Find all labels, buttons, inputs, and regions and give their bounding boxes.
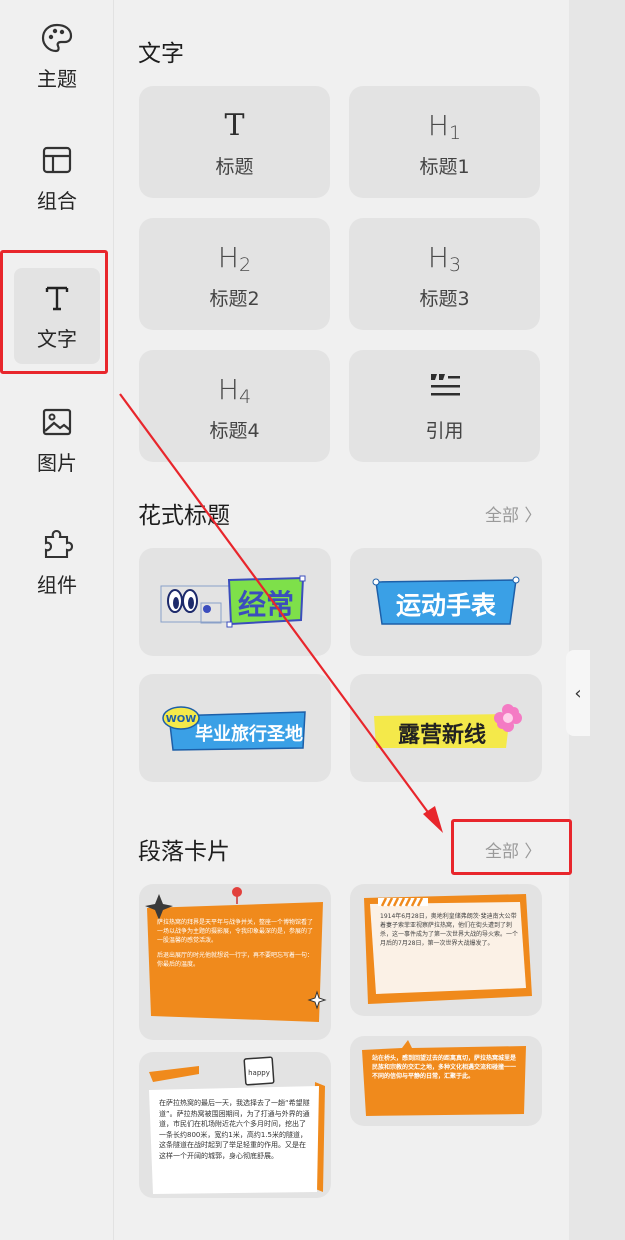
- paragraph-card-3[interactable]: happy 在萨拉热窝的最后一天，我选择去了一趟“希望隧道”。萨拉热窝被围困期间…: [139, 1052, 331, 1198]
- text-style-quote[interactable]: 引用: [349, 350, 540, 462]
- text-icon: [45, 286, 69, 310]
- tile-label: 标题: [215, 155, 254, 178]
- sidebar-item-label: 主题: [37, 66, 77, 91]
- section-title-paragraph: 段落卡片: [138, 839, 230, 865]
- paragraph-card-preview: 1914年6月28日，奥地利皇储弗朗茨·斐迪南大公带着妻子索菲亚视察萨拉热窝，他…: [364, 894, 532, 1004]
- fancy-item-label: 露营新线: [398, 722, 486, 748]
- text-style-h2[interactable]: H2 标题2: [139, 218, 330, 330]
- fancy-title-graduation-trip[interactable]: WOW 毕业旅行圣地: [139, 674, 331, 782]
- tile-label: 标题2: [209, 287, 260, 310]
- paragraph-card-text: 站在桥头，感到回望过去的距离真切，萨拉热窝城里是民族和宗教的交汇之地，多种文化相…: [372, 1055, 517, 1080]
- paragraph-see-all-link[interactable]: 全部 〉: [485, 837, 541, 862]
- text-style-title[interactable]: T 标题: [139, 86, 330, 198]
- paragraph-card-text: 后退出展厅的时光他就想说一行字，再不要吧忘写着一句：你最后的温度。: [157, 952, 313, 968]
- fancy-title-sports-watch[interactable]: 运动手表: [350, 548, 542, 656]
- tile-label: 标题4: [209, 419, 260, 442]
- heading-3-icon: H3: [427, 240, 462, 276]
- palette-icon: [41, 23, 73, 52]
- chevron-left-icon: ‹: [574, 682, 582, 704]
- paragraph-card-text: 1914年6月28日，奥地利皇储弗朗茨·斐迪南大公带着妻子索菲亚视察萨拉热窝，他…: [380, 913, 519, 947]
- sidebar-item-component[interactable]: 组件: [14, 514, 100, 610]
- heading-4-icon: H4: [217, 372, 252, 408]
- fancy-item-label: 运动手表: [396, 591, 497, 620]
- section-title-text: 文字: [138, 41, 184, 67]
- sidebar-item-text[interactable]: 文字: [14, 268, 100, 364]
- sidebar-item-label: 组合: [37, 188, 77, 213]
- tile-label: 标题1: [419, 155, 470, 178]
- fancy-title-camping[interactable]: 露营新线: [350, 674, 542, 782]
- text-t-icon: T: [224, 107, 245, 143]
- puzzle-icon: [44, 529, 74, 558]
- fancy-title-preview: 经常: [160, 575, 306, 628]
- heading-1-icon: H1: [427, 108, 462, 144]
- left-sidebar: 主题 组合 文字 图片 组件: [0, 0, 114, 1240]
- layout-icon: [42, 146, 72, 173]
- heading-2-icon: H2: [217, 240, 252, 276]
- sidebar-item-theme[interactable]: 主题: [14, 8, 100, 104]
- scrollbar-track[interactable]: [569, 0, 625, 1240]
- paragraph-card-preview: 萨拉热窝的拜界是天平年与战争并关，整座一个博物馆看了一场以战争为主题的摄影展，令…: [145, 887, 327, 1022]
- paragraph-card-preview: happy 在萨拉热窝的最后一天，我选择去了一趟“希望隧道”。萨拉热窝被围困期间…: [149, 1056, 325, 1194]
- paragraph-card-4[interactable]: 站在桥头，感到回望过去的距离真切，萨拉热窝城里是民族和宗教的交汇之地，多种文化相…: [350, 1036, 542, 1126]
- paragraph-card-2[interactable]: 1914年6月28日，奥地利皇储弗朗茨·斐迪南大公带着妻子索菲亚视察萨拉热窝，他…: [350, 884, 542, 1016]
- wow-badge: WOW: [166, 714, 197, 725]
- paragraph-card-text: 在萨拉热窝的最后一天，我选择去了一趟“希望隧道”。萨拉热窝被围困期间，为了打通与…: [159, 1099, 310, 1160]
- sidebar-item-image[interactable]: 图片: [14, 392, 100, 488]
- quote-icon: [428, 370, 462, 410]
- sidebar-item-label: 图片: [37, 450, 77, 475]
- happy-sticker: happy: [248, 1069, 270, 1077]
- fancy-title-preview: 运动手表: [372, 576, 520, 625]
- collapse-panel-button[interactable]: ‹: [566, 650, 590, 736]
- paragraph-card-preview: 站在桥头，感到回望过去的距离真切，萨拉热窝城里是民族和宗教的交汇之地，多种文化相…: [362, 1040, 526, 1116]
- sidebar-item-label: 文字: [37, 326, 77, 351]
- tile-label: 标题3: [419, 287, 470, 310]
- image-icon: [42, 408, 72, 435]
- text-style-h1[interactable]: H1 标题1: [349, 86, 540, 198]
- sidebar-item-combination[interactable]: 组合: [14, 130, 100, 226]
- fancy-item-label: 毕业旅行圣地: [195, 723, 303, 745]
- section-title-fancy: 花式标题: [138, 503, 230, 529]
- text-style-h4[interactable]: H4 标题4: [139, 350, 330, 462]
- tile-label: 引用: [425, 419, 464, 442]
- sidebar-item-label: 组件: [37, 572, 77, 597]
- fancy-title-preview: 露营新线: [374, 704, 522, 748]
- fancy-item-label: 经常: [238, 588, 294, 621]
- fancy-title-jingchang[interactable]: 经常: [139, 548, 331, 656]
- paragraph-card-1[interactable]: 萨拉热窝的拜界是天平年与战争并关，整座一个博物馆看了一场以战争为主题的摄影展，令…: [139, 884, 331, 1040]
- paragraph-card-text: 萨拉热窝的拜界是天平年与战争并关，整座一个博物馆看了一场以战争为主题的摄影展，令…: [157, 919, 313, 944]
- text-style-h3[interactable]: H3 标题3: [349, 218, 540, 330]
- fancy-see-all-link[interactable]: 全部 〉: [485, 501, 541, 526]
- fancy-title-preview: WOW 毕业旅行圣地: [162, 706, 306, 751]
